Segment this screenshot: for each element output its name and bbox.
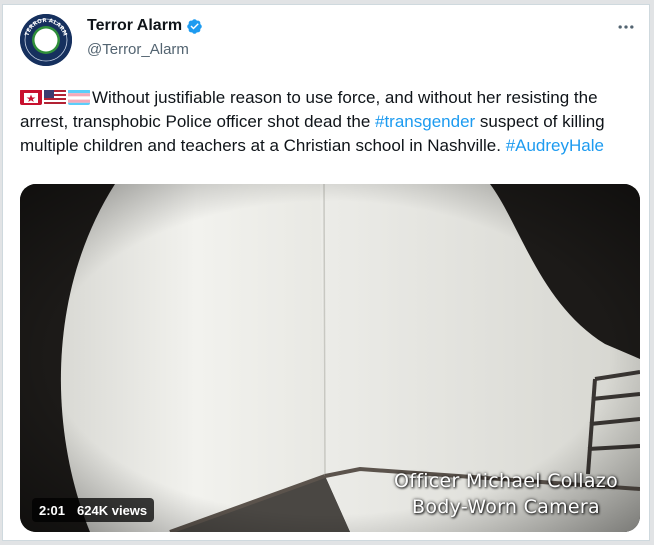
tweet-card: TERROR ALARM Terror Alarm @Terror_Alarm xyxy=(2,4,650,541)
caption-line-2: Body-Worn Camera xyxy=(412,496,600,518)
us-flag-emoji-icon xyxy=(44,89,66,105)
display-name[interactable]: Terror Alarm xyxy=(87,17,182,35)
red-banner-emoji-icon xyxy=(20,89,42,105)
account-handle[interactable]: @Terror_Alarm xyxy=(87,41,189,58)
video-views: 624K views xyxy=(77,502,148,518)
video-caption: Officer Michael Collazo Body-Worn Camera xyxy=(394,468,618,520)
terror-alarm-logo-icon: TERROR ALARM xyxy=(20,14,72,66)
caption-line-1: Officer Michael Collazo xyxy=(394,470,618,492)
video-player[interactable]: Officer Michael Collazo Body-Worn Camera… xyxy=(20,184,640,532)
hashtag-audreyhale-link[interactable]: #AudreyHale xyxy=(506,136,604,155)
verified-badge-icon xyxy=(187,18,202,34)
tweet-text: Without justifiable reason to use force,… xyxy=(20,86,630,158)
more-options-icon[interactable] xyxy=(616,17,636,37)
transgender-flag-emoji-icon xyxy=(68,89,90,105)
name-row: Terror Alarm xyxy=(87,17,203,35)
video-duration: 2:01 xyxy=(39,502,66,518)
video-info-badge: 2:01 624K views xyxy=(32,498,155,522)
hashtag-transgender-link[interactable]: #transgender xyxy=(375,112,475,131)
avatar[interactable]: TERROR ALARM xyxy=(20,14,72,66)
